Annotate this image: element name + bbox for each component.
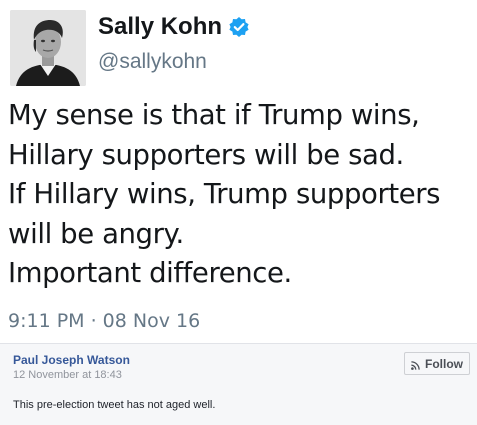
tweet-text-line: My sense is that if Trump wins, — [8, 99, 420, 131]
tweet-text-line: Hillary supporters will be sad. — [8, 138, 404, 171]
poster-name[interactable]: Paul Joseph Watson — [13, 353, 130, 367]
author-name[interactable]: Sally Kohn — [98, 13, 222, 41]
avatar[interactable] — [10, 10, 86, 86]
verified-badge-icon — [228, 16, 250, 38]
post-date[interactable]: 12 November at 18:43 — [13, 369, 122, 381]
follow-button-label: Follow — [425, 356, 463, 371]
tweet-text: My sense is that if Trump wins, Hillary … — [8, 96, 473, 294]
tweet-timestamp[interactable]: 9:11 PM · 08 Nov 16 — [8, 310, 200, 332]
follow-button[interactable]: Follow — [404, 352, 470, 375]
post-footer: Paul Joseph Watson 12 November at 18:43 … — [0, 343, 477, 425]
tweet-text-line: Important difference. — [8, 257, 292, 289]
post-caption: This pre-election tweet has not aged wel… — [13, 399, 216, 411]
tweet-author: Sally Kohn @sallykohn — [98, 12, 250, 74]
tweet-text-line: will be angry. — [8, 217, 184, 250]
author-name-row: Sally Kohn — [98, 12, 250, 42]
avatar-photo-icon — [10, 10, 86, 86]
author-handle[interactable]: @sallykohn — [98, 50, 250, 74]
tweet-card: Sally Kohn @sallykohn My sense is that i… — [0, 0, 477, 343]
tweet-text-line: If Hillary wins, Trump supporters — [8, 178, 441, 210]
rss-icon — [411, 359, 420, 370]
